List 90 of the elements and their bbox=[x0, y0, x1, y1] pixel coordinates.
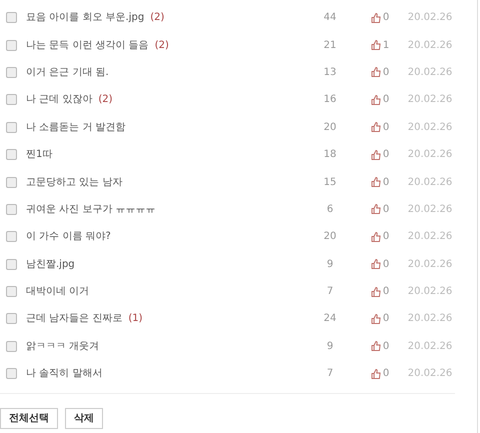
like-icon bbox=[370, 122, 381, 132]
post-date: 20.02.26 bbox=[408, 122, 452, 133]
view-count: 9 bbox=[326, 340, 334, 352]
post-date: 20.02.26 bbox=[408, 313, 452, 324]
view-count: 20 bbox=[324, 231, 336, 242]
like-count: 0 bbox=[382, 202, 390, 217]
like-count: 0 bbox=[382, 66, 390, 80]
comment-count: (2) bbox=[98, 94, 113, 106]
post-title[interactable]: 찐1따 bbox=[26, 149, 52, 160]
post-title[interactable]: 이 가수 이름 뭐야? bbox=[26, 231, 111, 242]
like-icon bbox=[370, 204, 381, 214]
delete-button[interactable]: 삭제 bbox=[65, 408, 103, 430]
like-icon bbox=[370, 177, 381, 188]
post-title[interactable]: 이거 은근 기대 됨. bbox=[26, 66, 109, 78]
row-checkbox[interactable] bbox=[6, 122, 17, 133]
like-icon bbox=[370, 314, 381, 324]
view-count: 9 bbox=[326, 258, 334, 270]
like-count: 0 bbox=[382, 340, 390, 354]
like-icon bbox=[370, 67, 381, 78]
post-title[interactable]: 나 솔직히 말해서 bbox=[26, 368, 102, 380]
post-date: 20.02.26 bbox=[408, 258, 452, 270]
row-checkbox[interactable] bbox=[6, 231, 17, 242]
like-icon bbox=[370, 286, 381, 297]
select-all-button[interactable]: 전체선택 bbox=[0, 408, 58, 430]
post-date: 20.02.26 bbox=[408, 340, 452, 352]
post-date: 20.02.26 bbox=[408, 149, 452, 160]
like-icon bbox=[370, 150, 381, 160]
post-title[interactable]: 나 소름돋는 거 발견함 bbox=[26, 122, 126, 133]
like-count: 0 bbox=[382, 285, 390, 300]
like-count: 0 bbox=[382, 93, 390, 108]
comment-count: (2) bbox=[150, 12, 164, 24]
view-count: 15 bbox=[324, 176, 336, 188]
post-title[interactable]: 앍ㅋㅋㅋ 개웃겨 bbox=[26, 340, 100, 352]
post-title[interactable]: 귀여운 사진 보구가 ㅠㅠㅠㅠ bbox=[26, 204, 156, 215]
view-count: 16 bbox=[324, 94, 336, 106]
post-title[interactable]: 나는 문득 이런 생각이 들음 bbox=[26, 40, 149, 51]
post-date: 20.02.26 bbox=[408, 40, 452, 51]
view-count: 13 bbox=[324, 66, 336, 78]
post-title[interactable]: 대박이네 이거 bbox=[26, 286, 90, 298]
post-title[interactable]: 남친짤.jpg bbox=[26, 258, 75, 270]
like-icon bbox=[370, 341, 381, 352]
row-checkbox[interactable] bbox=[6, 149, 17, 160]
like-count: 0 bbox=[382, 230, 390, 244]
like-count: 0 bbox=[382, 312, 390, 326]
like-icon bbox=[370, 12, 381, 23]
like-count: 0 bbox=[382, 367, 390, 382]
row-checkbox[interactable] bbox=[6, 40, 17, 51]
post-date: 20.02.26 bbox=[408, 94, 452, 106]
post-date: 20.02.26 bbox=[408, 66, 452, 78]
like-count: 0 bbox=[382, 11, 390, 26]
view-count: 18 bbox=[324, 149, 336, 160]
view-count: 6 bbox=[326, 204, 334, 215]
post-date: 20.02.26 bbox=[408, 368, 452, 380]
row-checkbox[interactable] bbox=[6, 286, 17, 298]
post-date: 20.02.26 bbox=[408, 286, 452, 298]
row-checkbox[interactable] bbox=[6, 94, 17, 106]
like-count: 1 bbox=[382, 38, 390, 53]
like-icon bbox=[370, 259, 381, 270]
view-count: 21 bbox=[324, 40, 336, 51]
like-count: 0 bbox=[382, 176, 390, 190]
row-checkbox[interactable] bbox=[6, 368, 17, 380]
like-icon bbox=[370, 232, 381, 242]
post-date: 20.02.26 bbox=[408, 204, 452, 215]
row-checkbox[interactable] bbox=[6, 258, 17, 270]
view-count: 44 bbox=[324, 12, 336, 24]
post-date: 20.02.26 bbox=[408, 176, 452, 188]
like-count: 0 bbox=[382, 148, 390, 162]
comment-count: (2) bbox=[154, 40, 169, 51]
post-title[interactable]: 고문당하고 있는 남자 bbox=[26, 176, 122, 188]
post-title[interactable]: 나 근데 있잖아 bbox=[26, 94, 92, 106]
view-count: 7 bbox=[326, 368, 334, 380]
post-date: 20.02.26 bbox=[408, 12, 452, 24]
row-checkbox[interactable] bbox=[6, 204, 17, 215]
row-checkbox[interactable] bbox=[6, 340, 17, 352]
view-count: 7 bbox=[326, 286, 334, 298]
row-checkbox[interactable] bbox=[6, 176, 17, 188]
like-icon bbox=[370, 368, 381, 379]
row-checkbox[interactable] bbox=[6, 313, 17, 324]
post-title[interactable]: 묘음 아이를 회오 부운.jpg bbox=[26, 12, 144, 24]
like-icon bbox=[370, 94, 381, 105]
view-count: 24 bbox=[324, 313, 336, 324]
row-checkbox[interactable] bbox=[6, 12, 17, 24]
post-date: 20.02.26 bbox=[408, 231, 452, 242]
like-count: 0 bbox=[382, 258, 390, 272]
like-icon bbox=[370, 40, 381, 50]
view-count: 20 bbox=[324, 122, 336, 133]
like-count: 0 bbox=[382, 120, 390, 135]
post-title[interactable]: 근데 남자들은 진짜로 bbox=[26, 313, 122, 324]
row-checkbox[interactable] bbox=[6, 66, 17, 78]
comment-count: (1) bbox=[128, 313, 143, 324]
